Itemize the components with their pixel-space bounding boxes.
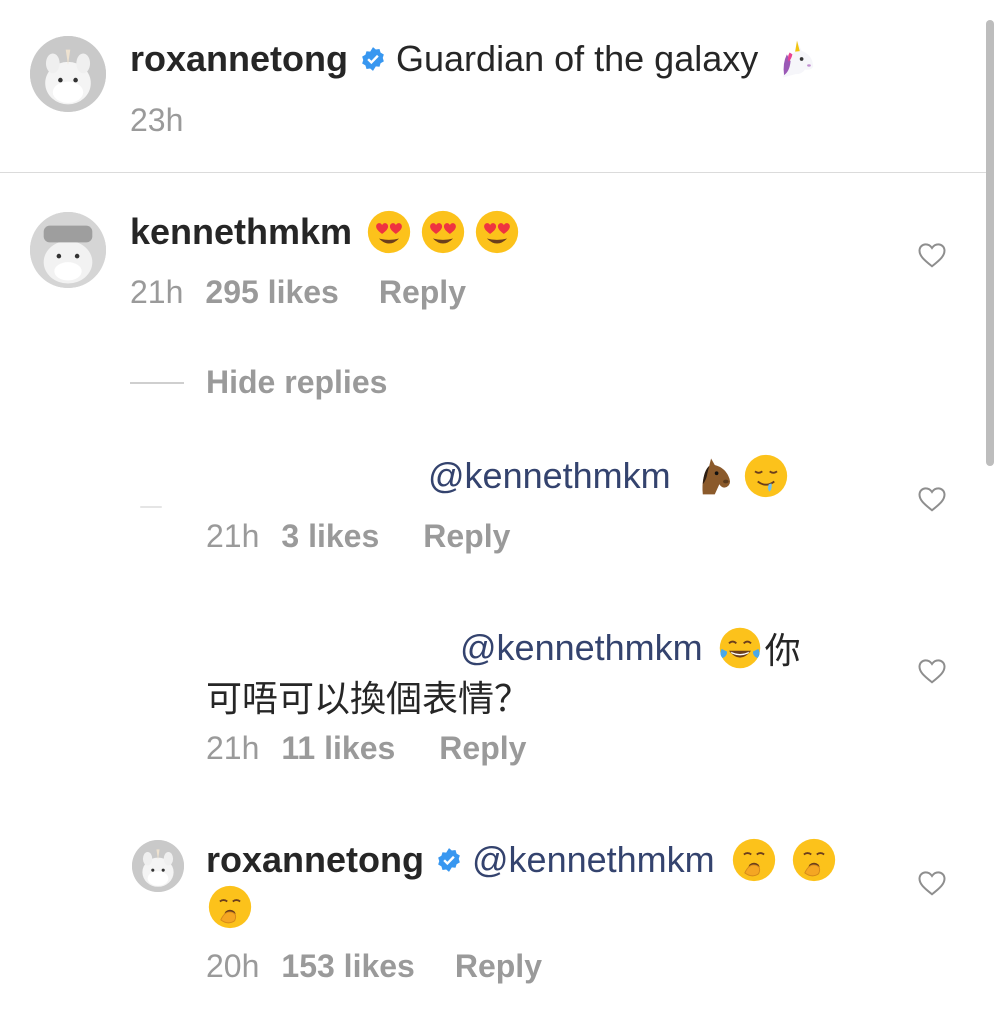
comment-meta: 21h 295 likes Reply (130, 274, 466, 311)
divider (0, 172, 986, 173)
yawning-face-emoji (206, 884, 254, 930)
post-caption-line: roxannetong Guardian of the galaxy (130, 36, 820, 82)
tears-of-joy-emoji (717, 625, 763, 671)
avatar[interactable] (30, 212, 106, 288)
avatar[interactable] (30, 36, 106, 112)
reply-username[interactable]: roxannetong (206, 839, 424, 881)
horse-face-emoji (689, 453, 735, 499)
reply-meta: 21h 11 likes Reply (206, 730, 526, 767)
reply-button[interactable]: Reply (455, 948, 542, 985)
like-heart-icon[interactable] (917, 484, 947, 514)
reply-button[interactable]: Reply (439, 730, 526, 767)
drooling-face-emoji (743, 453, 789, 499)
reply-line: @kennethmkm (428, 452, 789, 500)
yawning-face-emoji (791, 837, 837, 883)
reply-mention[interactable]: @kennethmkm (472, 839, 715, 881)
verified-badge-icon (436, 847, 462, 873)
reply-meta: 21h 3 likes Reply (206, 518, 510, 555)
post-username[interactable]: roxannetong (130, 38, 348, 80)
heart-eyes-emoji (420, 209, 466, 255)
scrollbar[interactable] (986, 20, 994, 466)
reply-text: 可唔可以換個表情？ (206, 678, 531, 719)
hide-replies-line (130, 382, 184, 384)
reply-likes[interactable]: 153 likes (281, 948, 414, 985)
comment-timestamp: 21h (130, 274, 184, 310)
avatar[interactable] (132, 840, 184, 892)
comment-line: kennethmkm (130, 208, 520, 256)
post-caption: Guardian of the galaxy (396, 38, 759, 79)
reply-likes[interactable]: 11 likes (281, 730, 395, 767)
like-heart-icon[interactable] (917, 656, 947, 686)
reply-meta: 20h 153 likes Reply (206, 948, 542, 985)
heart-eyes-emoji (474, 209, 520, 255)
reply-line: roxannetong @kennethmkm (206, 836, 837, 884)
reply-button[interactable]: Reply (423, 518, 510, 555)
reply-line: @kennethmkm 你 (460, 624, 801, 672)
reply-timestamp: 21h (206, 730, 260, 766)
comment-username[interactable]: kennethmkm (130, 211, 352, 253)
reply-text: 你 (764, 630, 801, 671)
verified-badge-icon (360, 46, 386, 72)
avatar-placeholder (140, 506, 162, 508)
reply-timestamp: 21h (206, 518, 260, 554)
comment-likes[interactable]: 295 likes (205, 274, 338, 311)
reply-timestamp: 20h (206, 948, 260, 984)
reply-likes[interactable]: 3 likes (281, 518, 379, 555)
reply-mention[interactable]: @kennethmkm (460, 627, 703, 669)
reply-button[interactable]: Reply (379, 274, 466, 311)
reply-mention[interactable]: @kennethmkm (428, 455, 671, 497)
yawning-face-emoji (731, 837, 777, 883)
like-heart-icon[interactable] (917, 240, 947, 270)
unicorn-emoji (774, 36, 820, 82)
heart-eyes-emoji (366, 209, 412, 255)
post-timestamp: 23h (130, 102, 184, 138)
like-heart-icon[interactable] (917, 868, 947, 898)
hide-replies-button[interactable]: Hide replies (206, 364, 387, 401)
